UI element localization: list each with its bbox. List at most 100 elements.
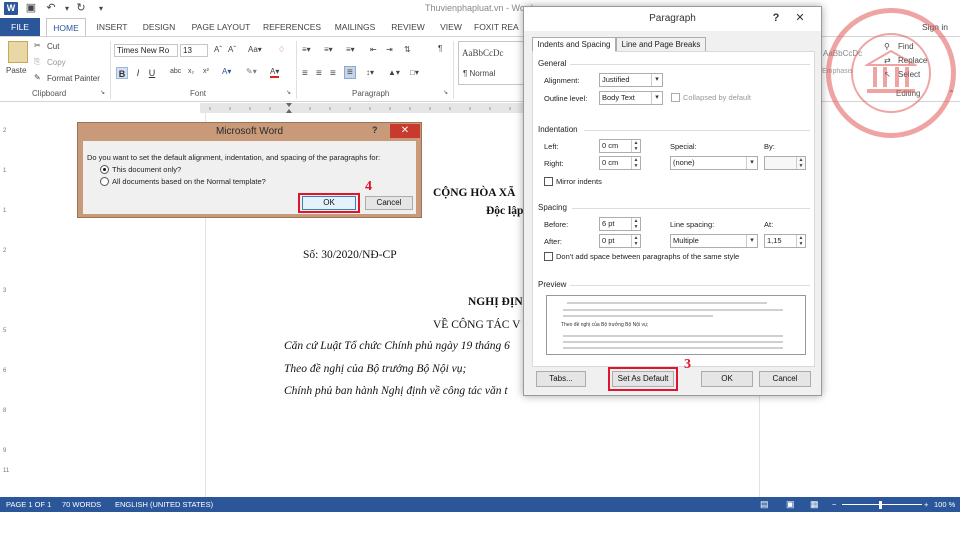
mirror-indents-checkbox[interactable] <box>544 177 553 186</box>
shading-icon[interactable]: ▲▾ <box>388 68 400 77</box>
superscript-icon[interactable]: x² <box>203 68 209 75</box>
subscript-icon[interactable]: x₂ <box>188 68 194 75</box>
indent-left-input[interactable]: 0 cm ▲ ▼ <box>599 139 641 153</box>
bold-icon[interactable]: B <box>116 67 128 79</box>
cancel-button[interactable]: Cancel <box>365 196 413 210</box>
undo-icon[interactable]: ↶ <box>44 2 58 15</box>
spacing-after-input[interactable]: 0 pt ▲ ▼ <box>599 234 641 248</box>
grow-font-icon[interactable]: Aˆ <box>214 45 222 54</box>
by-input[interactable]: ▲ ▼ <box>764 156 806 170</box>
dont-add-space-checkbox[interactable] <box>544 252 553 261</box>
font-name-combo[interactable]: Times New Ro <box>114 44 178 57</box>
tab-references[interactable]: REFERENCES <box>262 18 322 36</box>
cut-icon[interactable]: ✂ <box>34 41 41 50</box>
tab-review[interactable]: REVIEW <box>388 18 428 36</box>
font-launcher-icon[interactable]: ↘ <box>286 89 291 96</box>
status-language[interactable]: ENGLISH (UNITED STATES) <box>115 497 213 512</box>
show-formatting-marks-icon[interactable]: ¶ <box>438 44 442 53</box>
line-spacing-select[interactable]: Multiple ▾ <box>670 234 758 248</box>
align-right-icon[interactable]: ≡ <box>330 68 336 79</box>
shrink-font-icon[interactable]: Aˇ <box>228 45 236 54</box>
align-center-icon[interactable]: ≡ <box>316 68 322 79</box>
font-color-icon[interactable]: A▾ <box>270 67 280 78</box>
close-icon[interactable]: ✕ <box>790 11 810 25</box>
status-page-count[interactable]: PAGE 1 OF 1 <box>6 497 51 512</box>
read-mode-icon[interactable]: ▤ <box>760 497 769 512</box>
spin-arrows-icon[interactable]: ▲ ▼ <box>631 157 640 169</box>
bullets-icon[interactable]: ≡▾ <box>302 45 311 54</box>
tab-mailings[interactable]: MAILINGS <box>330 18 380 36</box>
status-word-count[interactable]: 70 WORDS <box>62 497 101 512</box>
ok-button[interactable]: OK <box>302 196 356 210</box>
print-layout-icon[interactable]: ▣ <box>786 497 795 512</box>
increase-indent-icon[interactable]: ⇥ <box>386 45 393 54</box>
underline-icon[interactable]: U <box>146 67 158 79</box>
borders-icon[interactable]: □▾ <box>410 68 419 77</box>
special-select[interactable]: (none) ▾ <box>670 156 758 170</box>
vertical-ruler[interactable]: 2 1 1 2 3 5 6 8 9 11 <box>3 118 12 496</box>
tab-home[interactable]: HOME <box>46 18 86 36</box>
zoom-slider-thumb[interactable] <box>879 501 882 509</box>
tabs-button[interactable]: Tabs... <box>536 371 586 387</box>
collapsed-by-default-checkbox[interactable] <box>671 93 680 102</box>
clipboard-launcher-icon[interactable]: ↘ <box>100 89 105 96</box>
format-painter-button[interactable]: Format Painter <box>47 74 100 83</box>
help-icon[interactable]: ? <box>372 125 378 135</box>
cut-button[interactable]: Cut <box>47 42 59 51</box>
style-normal-tile[interactable]: AaBbCcDc ¶ Normal <box>458 41 524 85</box>
format-painter-icon[interactable]: ✎ <box>34 73 41 82</box>
spin-arrows-icon[interactable]: ▲ ▼ <box>631 218 640 230</box>
numbering-icon[interactable]: ≡▾ <box>324 45 333 54</box>
tab-view[interactable]: VIEW <box>436 18 466 36</box>
dropdown-arrow-icon[interactable]: ▾ <box>60 2 74 15</box>
ok-button[interactable]: OK <box>701 371 753 387</box>
spacing-before-input[interactable]: 6 pt ▲ ▼ <box>599 217 641 231</box>
at-input[interactable]: 1,15 ▲ ▼ <box>764 234 806 248</box>
cancel-button[interactable]: Cancel <box>759 371 811 387</box>
tab-file[interactable]: FILE <box>0 18 40 36</box>
this-document-radio[interactable] <box>100 165 109 174</box>
outline-level-select[interactable]: Body Text ▾ <box>599 91 663 105</box>
redo-icon[interactable]: ↻ <box>74 2 88 15</box>
decrease-indent-icon[interactable]: ⇤ <box>370 45 377 54</box>
copy-icon[interactable]: ⎘ <box>34 57 40 67</box>
zoom-out-icon[interactable]: − <box>832 497 836 512</box>
help-icon[interactable]: ? <box>766 11 786 25</box>
strikethrough-icon[interactable]: abc <box>170 68 181 75</box>
line-spacing-icon[interactable]: ↕▾ <box>366 68 374 77</box>
set-as-default-button[interactable]: Set As Default <box>612 371 674 387</box>
web-layout-icon[interactable]: ▦ <box>810 497 819 512</box>
highlight-icon[interactable]: ✎▾ <box>246 67 257 76</box>
sort-icon[interactable]: ⇅ <box>404 45 411 54</box>
paste-button[interactable]: Paste <box>6 66 26 75</box>
font-size-combo[interactable]: 13 <box>180 44 208 57</box>
multilevel-list-icon[interactable]: ≡▾ <box>346 45 355 54</box>
align-left-icon[interactable]: ≡ <box>302 68 308 79</box>
change-case-icon[interactable]: Aa▾ <box>248 45 262 54</box>
tab-design[interactable]: DESIGN <box>138 18 180 36</box>
tab-line-and-page-breaks[interactable]: Line and Page Breaks <box>616 37 706 52</box>
close-icon[interactable]: ✕ <box>390 124 420 138</box>
italic-icon[interactable]: I <box>132 67 144 79</box>
paragraph-launcher-icon[interactable]: ↘ <box>443 89 448 96</box>
spin-arrows-icon[interactable]: ▲ ▼ <box>631 235 640 247</box>
indent-right-input[interactable]: 0 cm ▲ ▼ <box>599 156 641 170</box>
customize-qat-icon[interactable]: ▾ <box>94 2 108 15</box>
tab-page-layout[interactable]: PAGE LAYOUT <box>186 18 256 36</box>
tab-foxit-reader[interactable]: FOXIT REA <box>474 18 522 36</box>
tab-indents-and-spacing[interactable]: Indents and Spacing <box>532 37 616 52</box>
paste-icon[interactable] <box>8 41 28 63</box>
save-icon[interactable]: ▣ <box>24 2 38 15</box>
justify-icon[interactable]: ≡ <box>344 66 356 79</box>
spin-arrows-icon[interactable]: ▲ ▼ <box>796 235 805 247</box>
alignment-select[interactable]: Justified ▾ <box>599 73 663 87</box>
spin-arrows-icon[interactable]: ▲ ▼ <box>631 140 640 152</box>
zoom-in-icon[interactable]: + <box>924 497 928 512</box>
copy-button[interactable]: Copy <box>47 58 66 67</box>
zoom-level[interactable]: 100 % <box>934 497 955 512</box>
clear-formatting-icon[interactable]: ♢ <box>278 45 285 54</box>
zoom-slider[interactable] <box>842 504 922 505</box>
text-effects-icon[interactable]: A▾ <box>222 67 231 76</box>
spin-arrows-icon[interactable]: ▲ ▼ <box>796 157 805 169</box>
tab-insert[interactable]: INSERT <box>92 18 132 36</box>
